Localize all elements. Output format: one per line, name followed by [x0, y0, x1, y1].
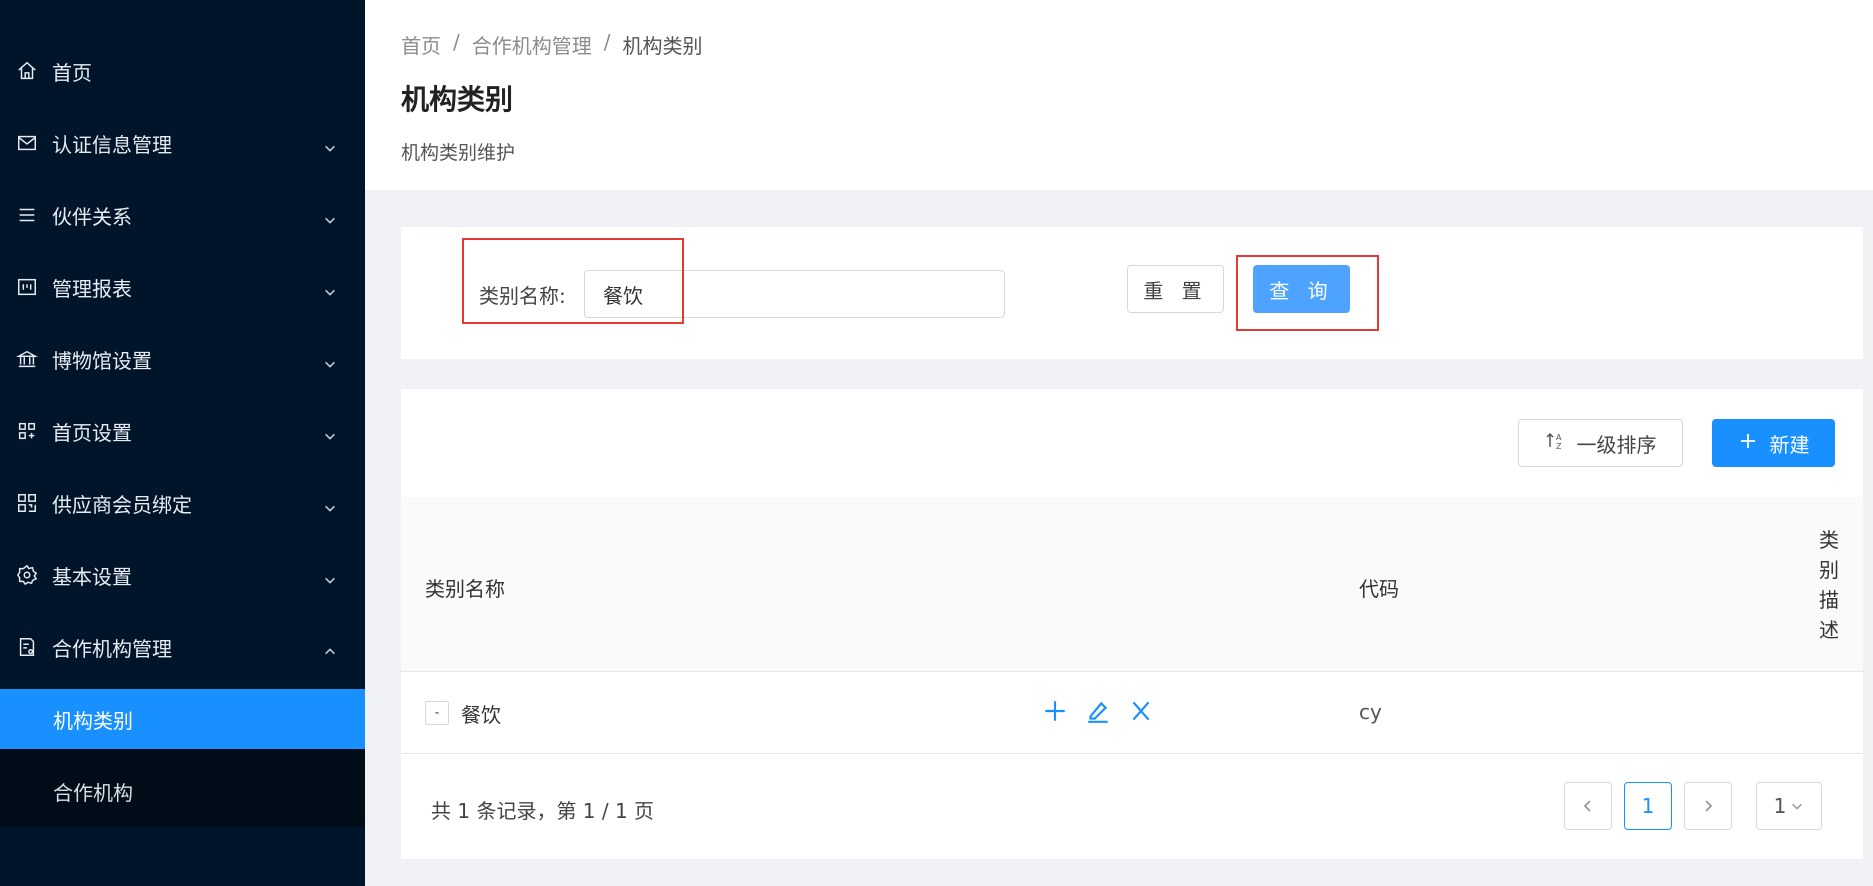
chevron-down-icon	[323, 136, 337, 152]
add-child-icon[interactable]	[1039, 695, 1071, 727]
page-size-value: 1	[1773, 794, 1787, 818]
sidebar-item-basic-settings[interactable]: 基本设置	[0, 539, 365, 611]
next-page-button[interactable]	[1684, 782, 1732, 830]
page-number-button[interactable]: 1	[1624, 782, 1672, 830]
sidebar-subitem-partner-orgs[interactable]: 合作机构	[0, 755, 365, 827]
sidebar-item-supplier-binding[interactable]: 供应商会员绑定	[0, 467, 365, 539]
column-header-description: 类别描述	[1819, 528, 1839, 642]
sidebar-item-home-settings[interactable]: 首页设置	[0, 395, 365, 467]
cell-code: cy	[1359, 700, 1382, 724]
delete-icon[interactable]	[1125, 695, 1157, 727]
sort-button[interactable]: AZ 一级排序	[1518, 419, 1683, 467]
search-form: 类别名称: 重 置 查 询	[401, 227, 1863, 359]
home-icon	[16, 60, 38, 82]
plus-icon	[1738, 431, 1758, 456]
sidebar-item-label: 首页设置	[52, 420, 132, 445]
sidebar-item-partners[interactable]: 伙伴关系	[0, 179, 365, 251]
sidebar-item-label: 基本设置	[52, 564, 132, 589]
breadcrumb-home[interactable]: 首页	[401, 30, 441, 59]
sidebar-item-label: 伙伴关系	[52, 204, 132, 229]
svg-text:Z: Z	[1556, 442, 1562, 451]
list-icon	[16, 204, 38, 226]
sidebar-nav: 首页 认证信息管理 伙伴关系 管理报表 博物馆设置 首页设置 供应商会员绑定 基…	[0, 35, 365, 827]
chevron-down-icon	[323, 568, 337, 584]
breadcrumb-separator: /	[603, 30, 611, 54]
row-collapse-toggle[interactable]: -	[425, 701, 449, 725]
column-header-name: 类别名称	[425, 577, 505, 601]
mail-icon	[16, 132, 38, 154]
sidebar-subitem-org-category[interactable]: 机构类别	[0, 689, 365, 749]
new-button[interactable]: 新建	[1712, 419, 1835, 467]
new-button-label: 新建	[1769, 432, 1810, 457]
chevron-down-icon	[323, 496, 337, 512]
breadcrumb: 首页 / 合作机构管理 / 机构类别	[401, 30, 703, 59]
top-bar	[365, 0, 1873, 10]
sidebar-item-partner-org-mgmt[interactable]: 合作机构管理	[0, 611, 365, 683]
chevron-up-icon	[323, 640, 337, 655]
qrcode-icon	[16, 492, 38, 514]
highlight-box	[1236, 255, 1379, 331]
bank-icon	[16, 348, 38, 370]
gear-icon	[16, 564, 38, 586]
sidebar: 首页 认证信息管理 伙伴关系 管理报表 博物馆设置 首页设置 供应商会员绑定 基…	[0, 0, 365, 886]
highlight-box	[462, 238, 684, 324]
sidebar-item-reports[interactable]: 管理报表	[0, 251, 365, 323]
breadcrumb-current: 机构类别	[622, 34, 703, 58]
table-header: 类别名称 代码 类别描述	[401, 497, 1863, 672]
svg-text:A: A	[1556, 433, 1562, 442]
chevron-down-icon	[1792, 803, 1803, 810]
sidebar-item-label: 首页	[52, 60, 92, 85]
page-header: 首页 / 合作机构管理 / 机构类别 机构类别 机构类别维护	[365, 10, 1873, 190]
page-title: 机构类别	[401, 83, 514, 116]
sidebar-item-museum[interactable]: 博物馆设置	[0, 323, 365, 395]
chevron-down-icon	[323, 424, 337, 440]
chevron-down-icon	[323, 352, 337, 368]
sidebar-item-label: 合作机构管理	[52, 636, 172, 661]
grid-icon	[16, 420, 38, 442]
prev-page-button[interactable]	[1564, 782, 1612, 830]
table-card: AZ 一级排序 新建 类别名称 代码 类别描述 - 餐饮 cy 共 1 条记录，…	[401, 389, 1863, 859]
sidebar-item-label: 认证信息管理	[52, 132, 172, 157]
breadcrumb-separator: /	[453, 30, 460, 54]
sidebar-item-label: 管理报表	[52, 276, 132, 301]
chevron-down-icon	[323, 208, 337, 224]
sidebar-item-label: 供应商会员绑定	[52, 492, 192, 517]
sort-az-icon: AZ	[1545, 431, 1565, 456]
sidebar-item-auth-info[interactable]: 认证信息管理	[0, 107, 365, 179]
pagination-summary: 共 1 条记录，第 1 / 1 页	[431, 799, 655, 823]
sidebar-item-label: 博物馆设置	[52, 348, 152, 373]
table-row: - 餐饮 cy	[401, 672, 1863, 754]
reset-button[interactable]: 重 置	[1127, 265, 1224, 313]
sidebar-item-home[interactable]: 首页	[0, 35, 365, 107]
column-header-code: 代码	[1359, 577, 1399, 601]
chevron-right-icon	[1705, 800, 1713, 812]
file-icon	[16, 636, 38, 658]
cell-name: 餐饮	[461, 703, 501, 727]
chevron-left-icon	[1583, 800, 1591, 812]
chevron-down-icon	[323, 280, 337, 296]
submenu: 机构类别 合作机构	[0, 689, 365, 827]
report-icon	[16, 276, 38, 298]
edit-icon[interactable]	[1082, 695, 1114, 727]
page-size-select[interactable]: 1	[1756, 782, 1822, 830]
breadcrumb-partner-org-mgmt[interactable]: 合作机构管理	[472, 30, 592, 59]
sort-button-label: 一级排序	[1576, 432, 1657, 457]
page-description: 机构类别维护	[401, 142, 516, 164]
